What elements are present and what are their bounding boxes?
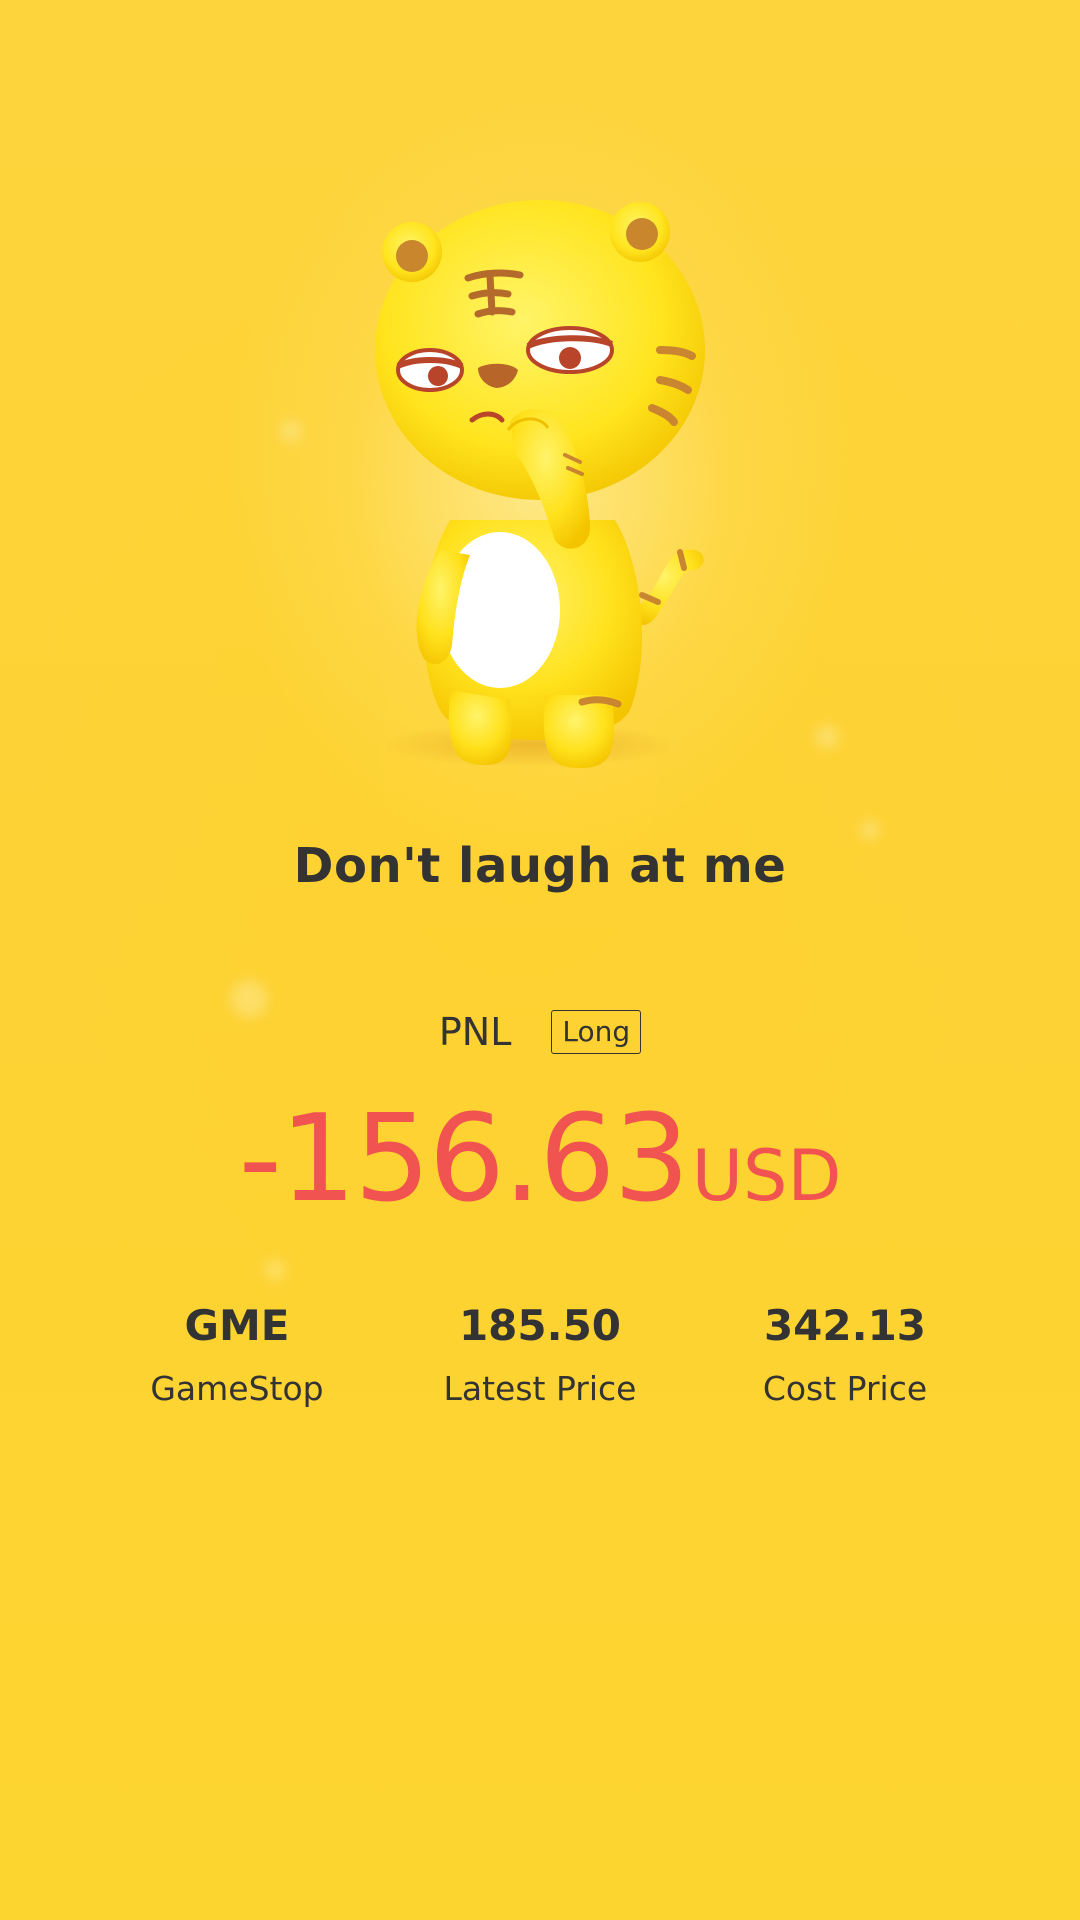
pnl-amount: -156.63USD [0,1090,1080,1229]
background-bokeh [280,420,302,442]
pnl-header: PNL Long [0,1010,1080,1054]
stat-latest-price: 185.50 Latest Price [380,1298,700,1410]
background-bokeh [815,725,839,749]
company-name: GameStop [150,1369,324,1408]
cost-price-label: Cost Price [762,1369,928,1408]
pnl-value: -156.63 [238,1090,690,1229]
ticker-symbol: GME [184,1301,290,1350]
stat-cost-price: 342.13 Cost Price [685,1298,1005,1410]
background-bokeh [265,1260,285,1280]
pnl-currency: USD [691,1135,842,1217]
pnl-label: PNL [438,1010,512,1054]
position-direction-badge: Long [551,1010,642,1054]
stat-ticker: GME GameStop [77,1298,397,1410]
background-bokeh [860,820,880,840]
latest-price-label: Latest Price [443,1369,637,1408]
sad-tiger-mascot-icon [360,190,760,780]
cost-price-value: 342.13 [763,1301,927,1350]
message-headline: Don't laugh at me [293,838,787,894]
latest-price-value: 185.50 [458,1301,622,1350]
